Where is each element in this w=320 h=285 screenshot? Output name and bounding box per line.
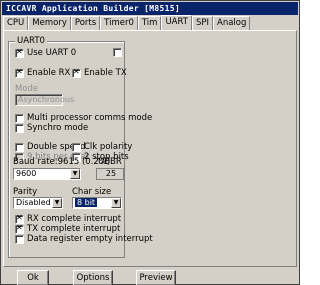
parity-value: Disabled (16, 198, 51, 207)
enable-tx-checkbox[interactable]: Enable TX (72, 67, 127, 78)
ubbr-label: UBBR (98, 157, 122, 167)
char-size-chevron-down-icon[interactable]: ▼ (111, 198, 121, 208)
uart0-group-title: UART0 (15, 36, 47, 46)
enable-rx-check-icon (15, 67, 24, 78)
uart-extra-check-icon (113, 48, 122, 57)
app-window: ICCAVR Application Builder [M8515] CPU M… (0, 0, 300, 285)
preview-button[interactable]: Preview (136, 270, 176, 285)
use-uart-check-icon (15, 47, 24, 58)
ok-button[interactable]: Ok (17, 270, 49, 285)
clk-polarity-check-icon (72, 142, 81, 152)
mode-field[interactable]: Asynchronous (15, 94, 74, 106)
tab-timer0[interactable]: Timer0 (100, 16, 138, 30)
data-register-interrupt-check-icon (15, 234, 24, 244)
uart-panel: UART0 Use UART 0 Enable RX Enable TX Mod… (3, 30, 297, 267)
uart-extra-checkbox[interactable] (113, 48, 125, 57)
baud-rate-chevron-down-icon[interactable]: ▼ (70, 169, 80, 179)
window-title: ICCAVR Application Builder [M8515] (2, 2, 298, 15)
baud-rate-value: 9600 (16, 169, 37, 178)
tx-interrupt-check-icon (15, 223, 24, 234)
mode-label: Mode (15, 84, 39, 94)
parity-label: Parity (13, 187, 38, 197)
clk-polarity-checkbox[interactable]: Clk polarity (72, 142, 132, 152)
parity-select[interactable]: Disabled ▼ (13, 197, 63, 209)
right-empty-area (127, 41, 297, 258)
options-button[interactable]: Options (73, 270, 113, 285)
tab-ports[interactable]: Ports (70, 16, 101, 30)
use-uart-checkbox[interactable]: Use UART 0 (15, 47, 76, 58)
char-size-value: 8 bit (75, 198, 98, 207)
synchro-mode-checkbox[interactable]: Synchro mode (15, 123, 88, 133)
tab-analog[interactable]: Analog (213, 16, 251, 30)
parity-chevron-down-icon[interactable]: ▼ (52, 198, 62, 208)
tab-uart[interactable]: UART (161, 15, 192, 30)
synchro-mode-check-icon (15, 123, 24, 133)
tx-interrupt-checkbox[interactable]: TX complete interrupt (15, 223, 120, 234)
char-size-label: Char size (72, 187, 112, 197)
baud-rate-select[interactable]: 9600 ▼ (13, 168, 81, 180)
tab-cpu[interactable]: CPU (3, 16, 29, 30)
baud-rate-label: Baud rate:9615 (0.2%) (13, 157, 111, 167)
enable-rx-checkbox[interactable]: Enable RX (15, 67, 70, 78)
tab-timer1[interactable]: Tim (137, 16, 162, 30)
tab-bar: CPU Memory Ports Timer0 Tim UART SPI Ana… (3, 15, 251, 30)
double-speed-check-icon (15, 142, 24, 152)
ubbr-value: 25 (96, 168, 124, 180)
rx-interrupt-checkbox[interactable]: RX complete interrupt (15, 213, 121, 224)
char-size-select[interactable]: 8 bit ▼ (72, 197, 122, 209)
enable-tx-check-icon (72, 67, 81, 78)
tab-spi[interactable]: SPI (191, 16, 214, 30)
multi-processor-check-icon (15, 113, 24, 123)
tab-memory[interactable]: Memory (28, 16, 71, 30)
